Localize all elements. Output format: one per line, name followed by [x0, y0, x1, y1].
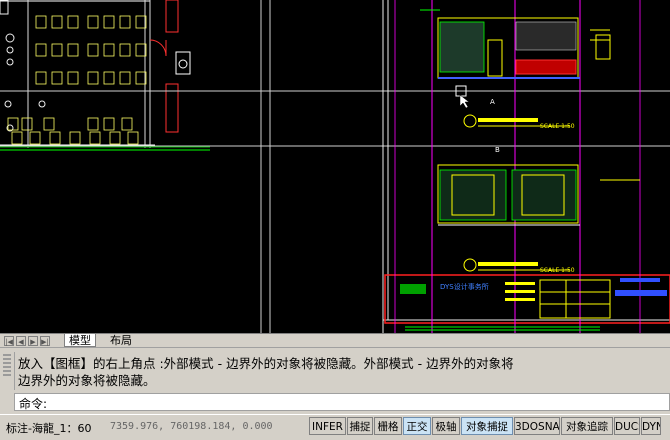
status-toggle-button[interactable]: 捕捉	[347, 417, 373, 435]
history-line-2: 边界外的对象将被隐藏。	[18, 373, 156, 388]
chair-symbol	[51, 71, 63, 85]
chair-symbol	[29, 131, 41, 145]
status-toggle-button[interactable]: 3DOSNAP	[514, 417, 560, 435]
chair-symbol	[35, 15, 47, 29]
tab-layout[interactable]: 布局	[106, 334, 136, 347]
command-prompt: 命令:	[19, 397, 48, 411]
chair-symbol	[35, 43, 47, 57]
status-toggle-button[interactable]: DYN	[641, 417, 661, 435]
next-tab-arrow-icon[interactable]: ▶	[28, 336, 38, 346]
chair-symbol	[87, 117, 99, 131]
chair-symbol	[67, 43, 79, 57]
tab-model[interactable]: 模型	[64, 334, 96, 347]
command-input[interactable]: 命令:	[14, 393, 670, 411]
status-toggle-button[interactable]: 正交	[403, 417, 431, 435]
first-tab-arrow-icon[interactable]: |◀	[4, 336, 14, 346]
seating-layout	[7, 15, 147, 145]
chair-symbol	[51, 43, 63, 57]
chair-symbol	[69, 131, 81, 145]
scale-text-2: SCALE 1:50	[540, 267, 575, 274]
chair-symbol	[35, 71, 47, 85]
chair-symbol	[109, 131, 121, 145]
status-toggle-button[interactable]: 对象追踪	[561, 417, 613, 435]
status-toggle-button[interactable]: DUCS	[614, 417, 640, 435]
chair-symbol	[119, 15, 131, 29]
chair-symbol	[87, 71, 99, 85]
command-window-grip[interactable]	[0, 352, 15, 390]
chair-symbol	[103, 43, 115, 57]
cursor-pickbox	[455, 85, 470, 109]
status-toggle-button[interactable]: 栅格	[374, 417, 402, 435]
elevation-b	[437, 164, 640, 272]
chair-symbol	[51, 15, 63, 29]
command-window: 放入【图框】的右上角点 :外部模式 - 边界外的对象将被隐藏。外部模式 - 边界…	[0, 347, 670, 414]
label-a: A	[490, 98, 495, 106]
chair-symbol	[103, 15, 115, 29]
chair-symbol	[103, 117, 115, 131]
layout-tab-bar: |◀ ◀ ▶ ▶| 模型 布局	[0, 333, 670, 348]
annotation-scale[interactable]: 标注-海龍_1：60	[6, 420, 91, 436]
chair-symbol	[119, 71, 131, 85]
status-toggle-button[interactable]: 极轴	[432, 417, 460, 435]
chair-symbol	[121, 117, 133, 131]
chair-symbol	[119, 43, 131, 57]
chair-symbol	[21, 117, 33, 131]
drawing-canvas[interactable]: A SCALE 1:50 B SCALE 1:50 DYS设计事务所	[0, 0, 670, 333]
cad-drawing[interactable]: A SCALE 1:50 B SCALE 1:50 DYS设计事务所	[0, 0, 670, 333]
chair-symbol	[87, 43, 99, 57]
chair-symbol	[43, 117, 55, 131]
chair-symbol	[87, 15, 99, 29]
prev-tab-arrow-icon[interactable]: ◀	[16, 336, 26, 346]
command-history: 放入【图框】的右上角点 :外部模式 - 边界外的对象将被隐藏。外部模式 - 边界…	[0, 347, 670, 393]
chair-symbol	[103, 71, 115, 85]
chair-symbol	[67, 15, 79, 29]
status-toggle-button[interactable]: INFER	[309, 417, 346, 435]
chair-symbol	[11, 131, 23, 145]
last-tab-arrow-icon[interactable]: ▶|	[40, 336, 50, 346]
chair-symbol	[49, 131, 61, 145]
chair-symbol	[89, 131, 101, 145]
chair-symbol	[67, 71, 79, 85]
chair-symbol	[127, 131, 139, 145]
coordinates-readout: 7359.976, 760198.184, 0.000	[110, 421, 273, 432]
company-text: DYS设计事务所	[440, 282, 489, 291]
floor-plan-left	[0, 0, 210, 151]
scale-text-1: SCALE 1:50	[540, 123, 575, 130]
status-toggle-button[interactable]: 对象捕捉	[461, 417, 513, 435]
status-bar: 标注-海龍_1：60 7359.976, 760198.184, 0.000 I…	[0, 414, 670, 440]
label-b: B	[495, 146, 500, 154]
